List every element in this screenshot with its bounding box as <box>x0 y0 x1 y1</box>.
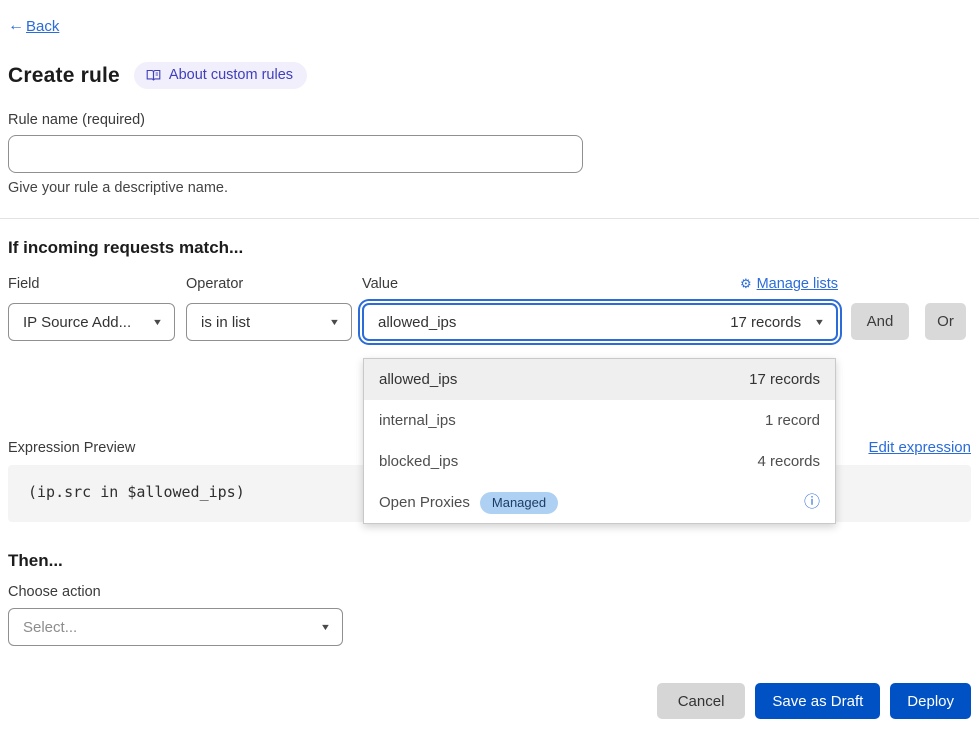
gear-icon: ⚙ <box>740 276 752 292</box>
create-rule-page: ← Back Create rule About custom rules Ru… <box>0 0 979 739</box>
expression-code: (ip.src in $allowed_ips) <box>28 483 245 501</box>
manage-lists-label: Manage lists <box>757 276 838 292</box>
value-combobox-right: 17 records ▼ <box>730 314 824 331</box>
list-item-name: blocked_ips <box>379 453 458 470</box>
chevron-down-icon: ▼ <box>814 318 825 327</box>
chevron-down-icon: ▼ <box>320 623 331 632</box>
rule-name-helper: Give your rule a descriptive name. <box>8 180 971 196</box>
page-title: Create rule <box>8 64 120 88</box>
list-item-count: 4 records <box>757 453 820 470</box>
condition-row: Field IP Source Add... ▼ Operator is in … <box>8 276 979 341</box>
list-item-name: Open Proxies <box>379 494 470 511</box>
back-link-label: Back <box>26 18 59 35</box>
manage-lists-link[interactable]: ⚙ Manage lists <box>740 276 838 292</box>
value-dropdown-menu: allowed_ips 17 records internal_ips 1 re… <box>363 358 836 524</box>
back-arrow-icon: ← <box>8 17 24 35</box>
list-item-open-proxies[interactable]: Open Proxies Managed ⓘ <box>364 482 835 523</box>
operator-label: Operator <box>186 276 352 295</box>
then-section-heading: Then... <box>8 551 971 571</box>
expression-preview-label: Expression Preview <box>8 440 135 456</box>
info-icon[interactable]: ⓘ <box>804 495 820 511</box>
book-icon <box>146 69 161 82</box>
about-custom-rules-link[interactable]: About custom rules <box>134 62 307 89</box>
list-item-allowed-ips[interactable]: allowed_ips 17 records <box>364 359 835 400</box>
chevron-down-icon: ▼ <box>329 318 340 327</box>
or-button[interactable]: Or <box>925 303 966 340</box>
operator-select[interactable]: is in list ▼ <box>186 303 352 341</box>
title-row: Create rule About custom rules <box>8 62 971 89</box>
value-combobox[interactable]: allowed_ips 17 records ▼ <box>362 303 838 341</box>
list-item-internal-ips[interactable]: internal_ips 1 record <box>364 400 835 441</box>
action-select-placeholder: Select... <box>23 619 77 636</box>
back-row: ← Back <box>0 0 979 35</box>
field-select-value: IP Source Add... <box>23 314 131 331</box>
managed-badge: Managed <box>480 492 558 514</box>
rule-name-label: Rule name (required) <box>8 112 971 128</box>
save-as-draft-button[interactable]: Save as Draft <box>755 683 880 719</box>
field-select[interactable]: IP Source Add... ▼ <box>8 303 175 341</box>
operator-column: Operator is in list ▼ <box>186 276 352 341</box>
list-item-name: internal_ips <box>379 412 456 429</box>
list-item-count: 17 records <box>749 371 820 388</box>
field-label: Field <box>8 276 175 295</box>
back-link[interactable]: ← Back <box>8 17 59 35</box>
list-item-blocked-ips[interactable]: blocked_ips 4 records <box>364 441 835 482</box>
field-column: Field IP Source Add... ▼ <box>8 276 175 341</box>
section-divider <box>0 218 979 219</box>
footer-actions: Cancel Save as Draft Deploy <box>657 683 971 719</box>
list-item-count: 1 record <box>765 412 820 429</box>
match-section-heading: If incoming requests match... <box>8 238 971 258</box>
choose-action-label: Choose action <box>8 584 971 600</box>
value-column: Value ⚙ Manage lists allowed_ips 17 reco… <box>358 276 842 341</box>
deploy-button[interactable]: Deploy <box>890 683 971 719</box>
operator-select-value: is in list <box>201 314 250 331</box>
and-button[interactable]: And <box>851 303 909 340</box>
list-item-name: allowed_ips <box>379 371 457 388</box>
value-label: Value <box>362 276 398 295</box>
value-header: Value ⚙ Manage lists <box>358 276 842 295</box>
about-custom-rules-label: About custom rules <box>169 67 293 83</box>
chevron-down-icon: ▼ <box>152 318 163 327</box>
action-select[interactable]: Select... ▼ <box>8 608 343 646</box>
rule-name-input[interactable] <box>8 135 583 173</box>
value-selected-count: 17 records <box>730 314 801 331</box>
edit-expression-link[interactable]: Edit expression <box>868 439 971 456</box>
value-selected-name: allowed_ips <box>378 314 456 331</box>
cancel-button[interactable]: Cancel <box>657 683 746 719</box>
and-or-buttons: And Or <box>851 303 966 340</box>
